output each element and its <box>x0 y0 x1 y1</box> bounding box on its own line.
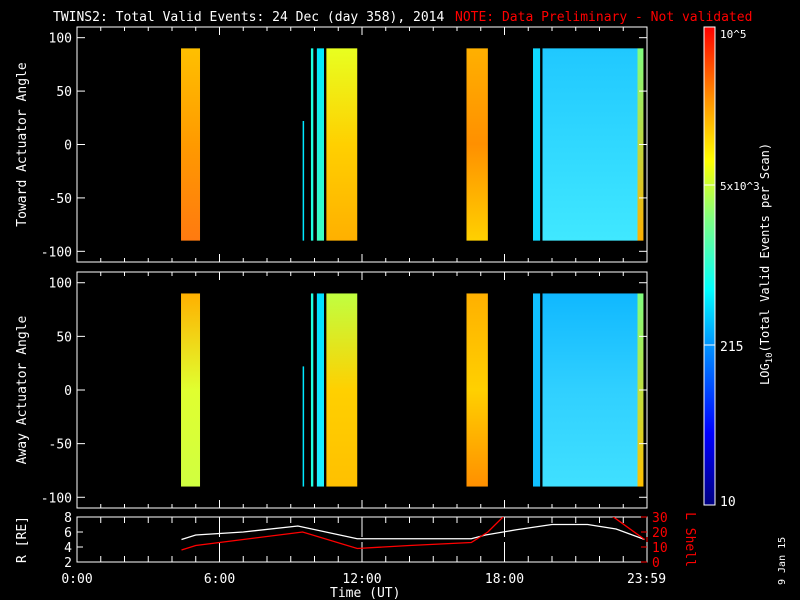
colorbar-scale <box>703 26 716 506</box>
x-tick-label: 23:59 <box>627 572 666 587</box>
lshell-tick-label: 30 <box>652 511 668 526</box>
colorbar-label: LOG10(Total Valid Events per Scan) <box>758 143 775 385</box>
x-tick-label: 6:00 <box>204 572 235 587</box>
data-segment <box>533 293 541 487</box>
twins-spectrogram-chart: TWINS2: Total Valid Events: 24 Dec (day … <box>15 10 788 600</box>
colorbar: 10^5 5x10^3 215 10 LOG10(Total Valid Eve… <box>703 26 775 510</box>
y-tick-label: 50 <box>56 85 72 100</box>
y-tick-label: -50 <box>49 192 72 207</box>
colorbar-tick-215: 215 <box>720 340 743 355</box>
x-tick-label: 0:00 <box>61 572 92 587</box>
colorbar-tick-max: 10^5 <box>720 28 747 41</box>
data-segment <box>326 293 358 487</box>
data-segment <box>310 48 314 241</box>
data-segment <box>316 48 324 241</box>
data-segment <box>542 293 638 487</box>
r-axis-label: R [RE] <box>15 516 30 563</box>
data-segment <box>181 48 201 241</box>
panel-toward: 100 50 0 -50 -100 Toward Actuator Angle <box>15 26 648 263</box>
lshell-line <box>612 517 646 541</box>
r-tick-label: 8 <box>64 511 72 526</box>
r-distance-line <box>181 523 645 541</box>
r-tick-label: 2 <box>64 556 72 571</box>
y-tick-label: -100 <box>41 491 72 506</box>
y-axis-label: Away Actuator Angle <box>15 315 30 464</box>
lshell-tick-label: 10 <box>652 541 668 556</box>
lshell-tick-label: 20 <box>652 526 668 541</box>
r-tick-label: 6 <box>64 526 72 541</box>
data-segment <box>542 48 638 241</box>
chart-title: TWINS2: Total Valid Events: 24 Dec (day … <box>53 10 445 25</box>
lshell-axis-label: L Shell <box>682 512 697 567</box>
y-tick-label: 0 <box>64 139 72 154</box>
y-tick-label: -100 <box>41 245 72 260</box>
lshell-tick-label: 0 <box>652 556 660 571</box>
data-segment <box>466 293 488 487</box>
data-segment <box>316 293 324 487</box>
data-segment <box>302 121 305 241</box>
y-tick-label: 50 <box>56 330 72 345</box>
panel-away: 100 50 0 -50 -100 Away Actuator Angle <box>15 271 648 509</box>
datestamp: 9 Jan 15 <box>777 537 788 585</box>
data-segment <box>466 48 488 241</box>
r-tick-label: 4 <box>64 541 72 556</box>
y-axis-label: Toward Actuator Angle <box>15 62 30 227</box>
y-tick-label: 100 <box>49 277 72 292</box>
data-segment <box>302 366 305 487</box>
data-segment <box>533 48 541 241</box>
x-tick-label: 18:00 <box>485 572 524 587</box>
x-tick-label: 12:00 <box>342 572 381 587</box>
data-segment <box>326 48 358 241</box>
data-segment <box>310 293 314 487</box>
y-tick-label: 0 <box>64 384 72 399</box>
y-tick-label: 100 <box>49 32 72 47</box>
x-axis-label: Time (UT) <box>330 586 400 600</box>
data-segment <box>181 293 201 487</box>
y-tick-label: -50 <box>49 438 72 453</box>
colorbar-tick-10: 10 <box>720 495 736 510</box>
preliminary-note: NOTE: Data Preliminary - Not validated <box>455 10 752 25</box>
colorbar-tick-5000: 5x10^3 <box>720 180 760 193</box>
